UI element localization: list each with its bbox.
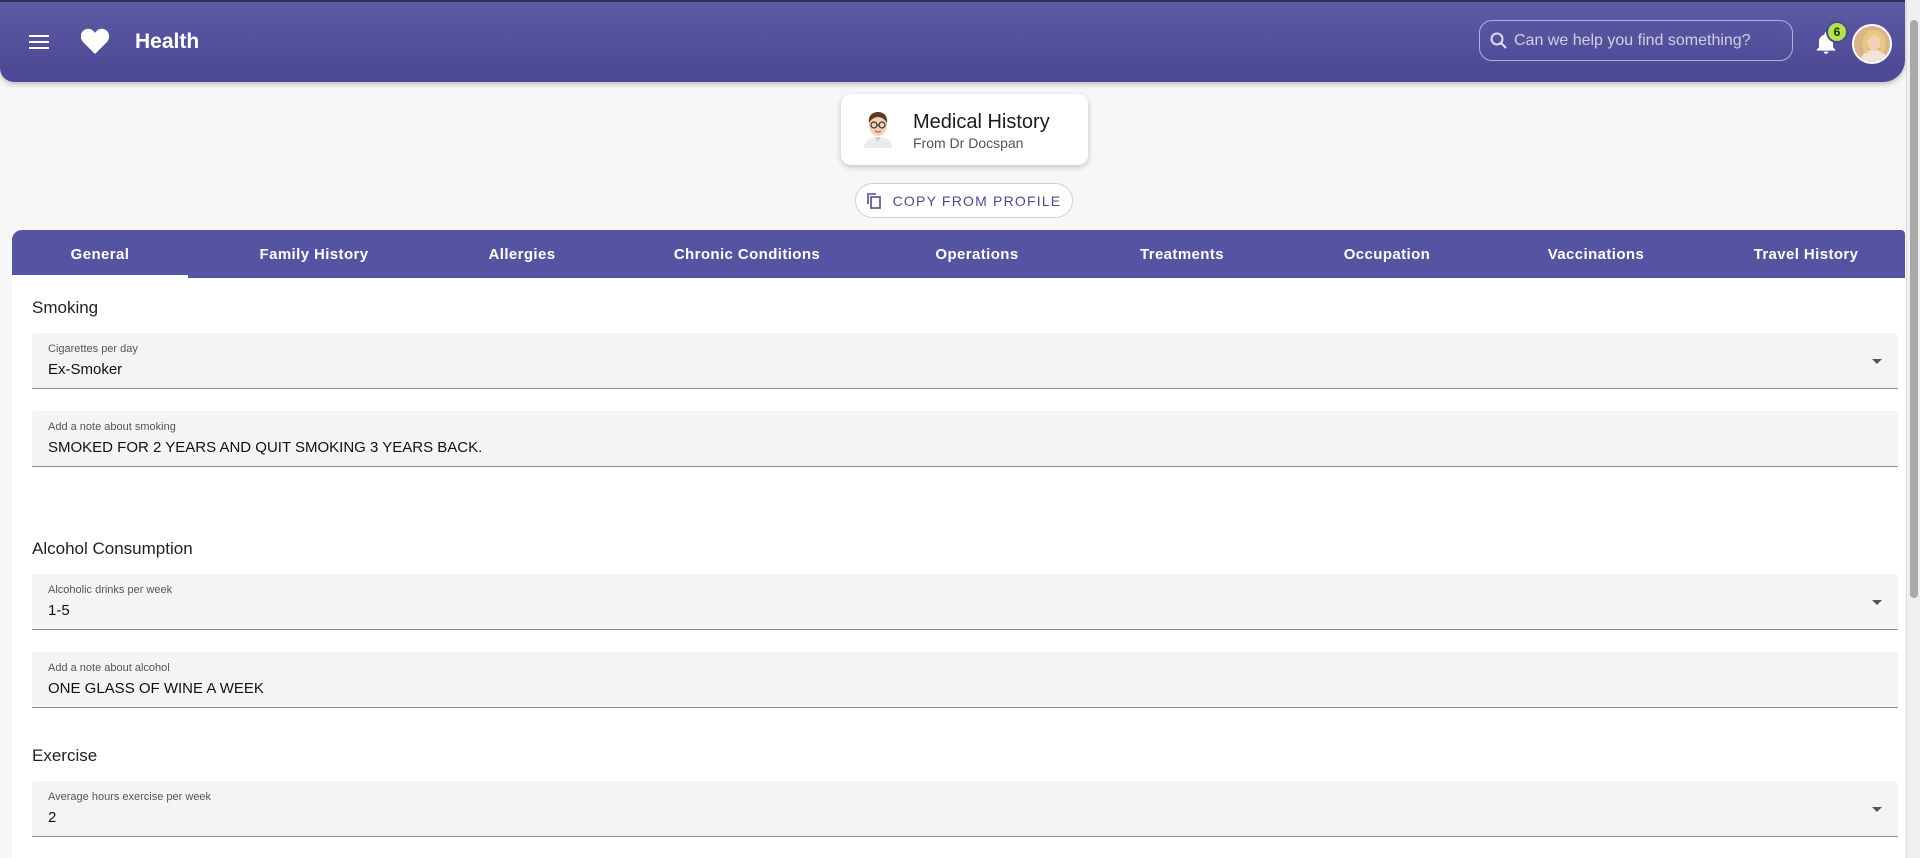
tab-label: Chronic Conditions — [673, 245, 821, 263]
exercise-hours-select[interactable]: Average hours exercise per week 2 — [32, 781, 1898, 837]
tab-vaccinations[interactable]: Vaccinations — [1500, 230, 1692, 278]
tab-general[interactable]: General — [12, 230, 188, 278]
tab-label: General — [70, 245, 130, 263]
tab-chronic-conditions[interactable]: Chronic Conditions — [634, 230, 860, 278]
tab-allergies[interactable]: Allergies — [440, 230, 604, 278]
field-value: 1-5 — [48, 602, 70, 619]
search-input[interactable] — [1514, 31, 1784, 50]
user-avatar-image — [1854, 26, 1890, 62]
field-label: Cigarettes per day — [48, 343, 138, 355]
tab-label: Family History — [259, 245, 369, 263]
app-title: Health — [135, 30, 200, 53]
alcoholic-drinks-select[interactable]: Alcoholic drinks per week 1-5 — [32, 574, 1898, 630]
search-icon — [1490, 32, 1507, 49]
alcohol-section-title: Alcohol Consumption — [32, 539, 193, 558]
chevron-down-icon — [1872, 359, 1882, 364]
field-value: Ex-Smoker — [48, 361, 123, 378]
tab-label: Vaccinations — [1547, 245, 1645, 263]
heart-icon — [80, 28, 110, 54]
tab-label: Treatments — [1139, 245, 1225, 263]
tab-bar: General Family History Allergies Chronic… — [12, 230, 1905, 278]
tab-label: Allergies — [488, 245, 556, 263]
tab-family-history[interactable]: Family History — [198, 230, 430, 278]
scrollbar-thumb[interactable] — [1910, 20, 1918, 598]
field-label: Alcoholic drinks per week — [48, 584, 173, 596]
alcohol-note-field[interactable]: Add a note about alcohol ONE GLASS OF WI… — [32, 652, 1898, 708]
card-title: Medical History — [913, 111, 1050, 133]
copy-icon — [866, 192, 881, 209]
smoking-section-title: Smoking — [32, 298, 99, 317]
card-subtitle: From Dr Docspan — [913, 135, 1024, 151]
tab-treatments[interactable]: Treatments — [1088, 230, 1276, 278]
page-scrollbar[interactable] — [1906, 0, 1920, 858]
search-box[interactable] — [1479, 20, 1793, 61]
field-label: Average hours exercise per week — [48, 791, 212, 803]
copy-from-profile-button[interactable]: COPY FROM PROFILE — [855, 183, 1073, 218]
cigarettes-per-day-select[interactable]: Cigarettes per day Ex-Smoker — [32, 333, 1898, 389]
field-label: Add a note about alcohol — [48, 662, 170, 674]
smoking-note-field[interactable]: Add a note about smoking SMOKED FOR 2 YE… — [32, 411, 1898, 467]
page: Health 6 — [0, 0, 1920, 858]
field-value: 2 — [48, 809, 57, 826]
doctor-avatar-icon — [864, 112, 892, 148]
tab-occupation[interactable]: Occupation — [1292, 230, 1482, 278]
exercise-section-title: Exercise — [32, 746, 98, 765]
chevron-down-icon — [1872, 600, 1882, 605]
notification-badge: 6 — [1826, 21, 1848, 43]
tab-label: Travel History — [1753, 245, 1859, 263]
tab-travel-history[interactable]: Travel History — [1712, 230, 1900, 278]
field-value: ONE GLASS OF WINE A WEEK — [48, 680, 264, 697]
tab-operations[interactable]: Operations — [886, 230, 1068, 278]
top-app-bar: Health 6 — [0, 0, 1905, 82]
tab-label: Operations — [935, 245, 1019, 263]
field-value: SMOKED FOR 2 YEARS AND QUIT SMOKING 3 YE… — [48, 439, 483, 456]
tab-label: Occupation — [1343, 245, 1431, 263]
copy-from-profile-label: COPY FROM PROFILE — [892, 192, 1062, 209]
menu-icon — [29, 35, 49, 49]
chevron-down-icon — [1872, 807, 1882, 812]
medical-history-card: Medical History From Dr Docspan — [841, 94, 1088, 165]
field-label: Add a note about smoking — [48, 421, 176, 433]
user-avatar[interactable] — [1852, 24, 1892, 64]
menu-button[interactable] — [26, 29, 52, 55]
